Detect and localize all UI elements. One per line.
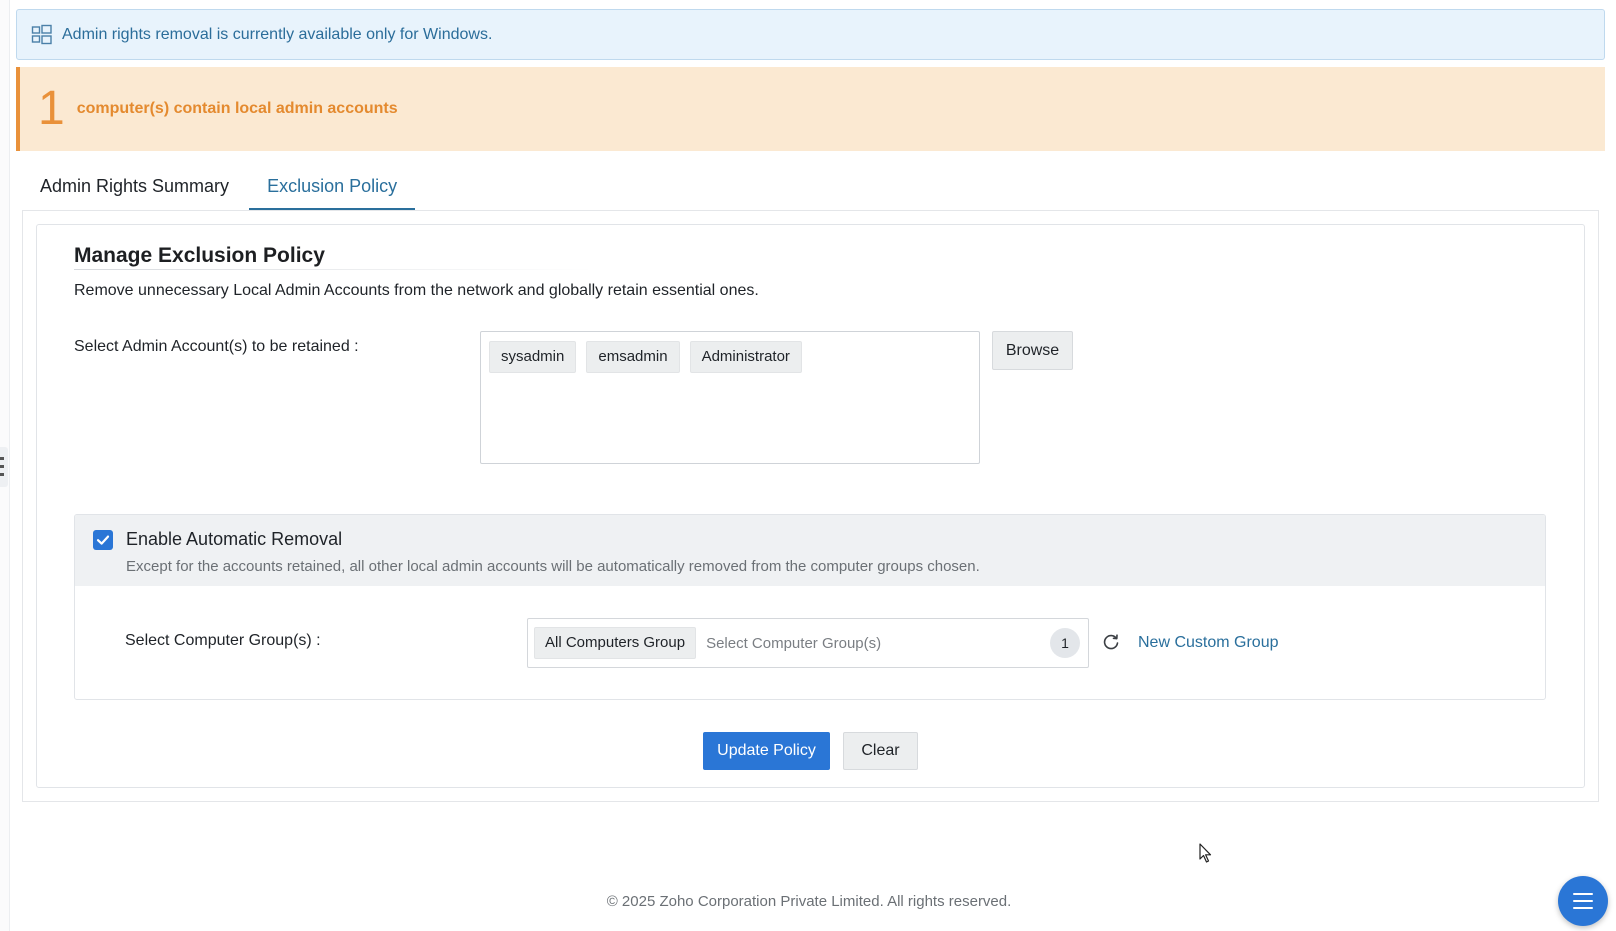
account-chip-emsadmin[interactable]: emsadmin [586, 341, 680, 373]
refresh-icon[interactable] [1101, 632, 1121, 652]
sidebar-toggle-handle[interactable] [0, 447, 8, 487]
account-chip-administrator[interactable]: Administrator [689, 341, 802, 373]
footer: © 2025 Zoho Corporation Private Limited.… [0, 893, 1616, 910]
page: Admin rights removal is currently availa… [0, 0, 1616, 931]
clear-button[interactable]: Clear [843, 732, 918, 770]
automatic-removal-section: Enable Automatic Removal Except for the … [74, 514, 1546, 700]
title-divider [74, 269, 594, 270]
exclusion-policy-card [36, 224, 1585, 788]
automatic-removal-title: Enable Automatic Removal [126, 529, 343, 549]
warning-banner-text: computer(s) contain local admin accounts [76, 100, 398, 117]
windows-grid-icon [31, 24, 52, 44]
automatic-removal-description: Except for the accounts retained, all ot… [126, 558, 980, 575]
automatic-removal-header: Enable Automatic Removal Except for the … [75, 515, 1545, 586]
tab-bar: Admin Rights Summary Exclusion Policy [22, 168, 417, 210]
enable-automatic-removal-checkbox[interactable] [93, 530, 113, 550]
computer-groups-select[interactable]: All Computers Group Select Computer Grou… [527, 618, 1089, 668]
new-custom-group-link[interactable]: New Custom Group [1138, 634, 1279, 652]
accounts-label: Select Admin Account(s) to be retained : [74, 338, 359, 355]
computer-groups-placeholder: Select Computer Group(s) [706, 634, 882, 652]
checkmark-icon [96, 535, 110, 545]
retained-accounts-field[interactable]: sysadmin emsadmin Administrator [480, 331, 980, 464]
page-title: Manage Exclusion Policy [74, 244, 325, 267]
group-chip-all-computers[interactable]: All Computers Group [534, 627, 697, 659]
selected-groups-count-badge: 1 [1050, 628, 1080, 658]
policy-description: Remove unnecessary Local Admin Accounts … [74, 282, 759, 299]
account-chip-sysadmin[interactable]: sysadmin [489, 341, 577, 373]
floating-menu-button[interactable] [1558, 876, 1608, 926]
computer-groups-label: Select Computer Group(s) : [125, 632, 321, 649]
warning-banner: 1 computer(s) contain local admin accoun… [16, 67, 1605, 151]
info-banner-text: Admin rights removal is currently availa… [62, 25, 493, 43]
browse-button[interactable]: Browse [992, 331, 1073, 370]
update-policy-button[interactable]: Update Policy [703, 732, 830, 770]
info-banner: Admin rights removal is currently availa… [16, 9, 1605, 60]
tab-exclusion-policy[interactable]: Exclusion Policy [249, 168, 416, 210]
copyright-text: © 2025 Zoho Corporation Private Limited.… [606, 893, 1012, 910]
mouse-pointer-icon [1199, 843, 1212, 863]
admin-computer-count[interactable]: 1 [38, 85, 65, 133]
tab-admin-rights-summary[interactable]: Admin Rights Summary [22, 168, 247, 210]
